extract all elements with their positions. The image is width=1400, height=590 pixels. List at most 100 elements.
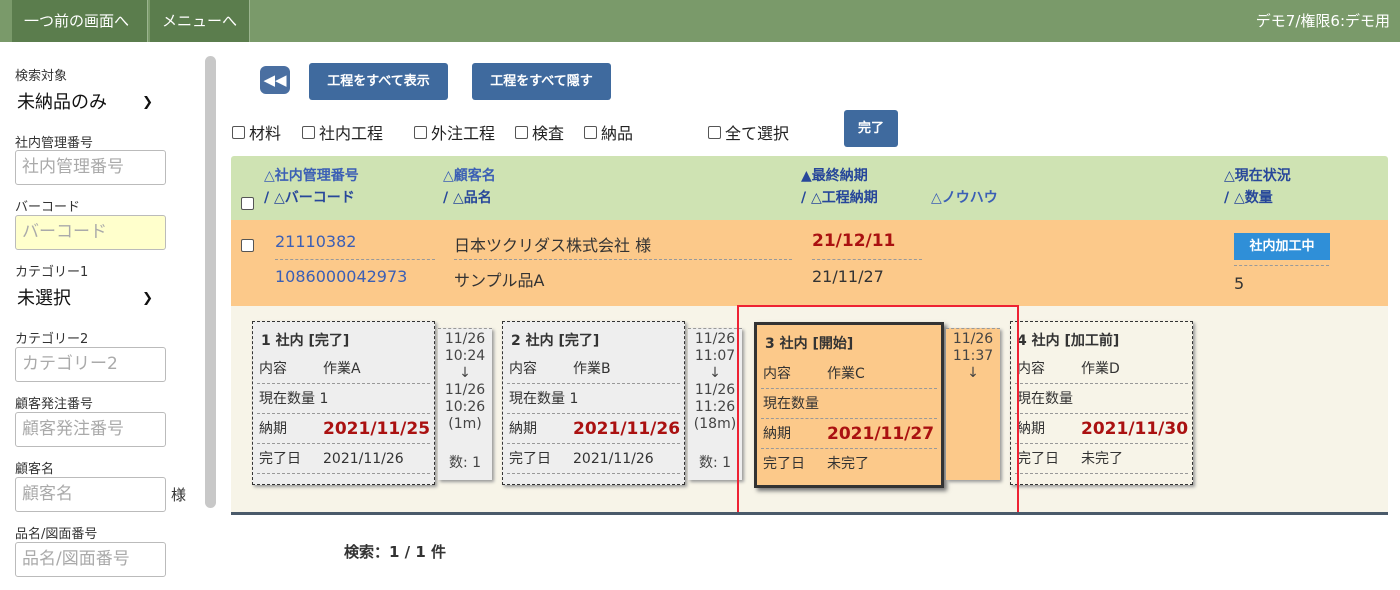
- category2-input[interactable]: カテゴリー2: [15, 347, 166, 382]
- process-due-row: 納期 2021/11/26: [507, 414, 680, 444]
- row-checkbox[interactable]: [241, 239, 254, 252]
- sort-quantity[interactable]: / △数量: [1224, 188, 1273, 209]
- process-connector-2: 11/26 11:07 ↓ 11/26 11:26 (18m) 数: 1: [688, 328, 742, 480]
- product-name: サンプル品A: [454, 271, 545, 290]
- qty-label-text: 現在数量: [259, 391, 315, 407]
- barcode-link[interactable]: 1086000042973: [275, 267, 407, 286]
- connector-start-time: 10:24: [444, 348, 486, 364]
- process-card-1[interactable]: 1 社内 [完了] 内容 作業A 現在数量 1 納期 2021/11/25 完了日 2…: [252, 321, 435, 485]
- quantity-value: 5: [1234, 274, 1245, 293]
- final-due-date: 21/12/11: [812, 231, 896, 251]
- category1-value: 未選択: [17, 288, 71, 309]
- sidebar-scrollbar[interactable]: [205, 56, 216, 508]
- sort-process-due[interactable]: / △工程納期: [801, 188, 878, 209]
- barcode-label: バーコード: [15, 200, 81, 215]
- product-input[interactable]: 品名/図面番号: [15, 542, 166, 577]
- category2-label: カテゴリー2: [15, 332, 89, 347]
- completed-label: 完了日: [1017, 451, 1059, 467]
- sort-status[interactable]: △現在状況: [1224, 166, 1291, 187]
- due-label: 納期: [509, 421, 537, 437]
- filter-select-all[interactable]: 全て選択: [708, 120, 789, 144]
- category1-select[interactable]: 未選択 ❯: [15, 281, 157, 317]
- sort-final-due[interactable]: ▲最終納期: [801, 166, 868, 187]
- due-value: 2021/11/25: [323, 419, 431, 439]
- product-label: 品名/図面番号: [15, 527, 98, 542]
- divider: [275, 259, 435, 260]
- checkbox[interactable]: [414, 126, 427, 139]
- due-label: 納期: [1017, 421, 1045, 437]
- connector-end-date: 11/26: [444, 382, 486, 398]
- sort-mgmt-no[interactable]: △社内管理番号: [264, 166, 359, 187]
- qty-label-text: 現在数量: [509, 391, 565, 407]
- content-value: 作業D: [1081, 361, 1120, 377]
- qty-value: 1: [319, 391, 329, 407]
- search-result-count: 検索：1 / 1 件: [344, 543, 447, 561]
- hide-all-processes-button[interactable]: 工程をすべて隠す: [472, 63, 611, 100]
- filter-material-label: 材料: [249, 124, 282, 143]
- menu-button[interactable]: メニューへ: [150, 0, 250, 42]
- down-arrow-icon: ↓: [459, 365, 471, 381]
- process-due-row: 納期 2021/11/30: [1015, 414, 1188, 444]
- mgmt-no-input[interactable]: 社内管理番号: [15, 150, 166, 185]
- rewind-icon[interactable]: ◀◀: [260, 66, 290, 94]
- show-all-processes-button[interactable]: 工程をすべて表示: [309, 63, 448, 100]
- connector-count: 数: 1: [448, 455, 482, 471]
- process-card-2[interactable]: 2 社内 [完了] 内容 作業B 現在数量 1 納期 2021/11/26 完了日 2…: [502, 321, 685, 485]
- search-sidebar: 検索対象 未納品のみ ❯ 社内管理番号 社内管理番号 バーコード バーコード カ…: [0, 42, 220, 590]
- sort-barcode[interactable]: / △バーコード: [264, 188, 355, 209]
- top-bar: 一つ前の画面へ メニューへ デモ7/権限6:デモ用: [0, 0, 1400, 42]
- divider: [1234, 265, 1329, 266]
- mgmt-no-link[interactable]: 21110382: [275, 232, 356, 251]
- completed-label: 完了日: [509, 451, 551, 467]
- checkbox[interactable]: [708, 126, 721, 139]
- checkbox[interactable]: [584, 126, 597, 139]
- qty-label: 現在数量 1: [259, 384, 328, 414]
- sort-product[interactable]: / △品名: [443, 188, 492, 209]
- customer-name-input[interactable]: 顧客名: [15, 477, 166, 512]
- process-completed-row: 完了日 未完了: [1015, 444, 1188, 474]
- connector-start-date: 11/26: [694, 331, 736, 347]
- sort-knowhow[interactable]: △ノウハウ: [931, 188, 998, 209]
- filter-inspection-label: 検査: [532, 124, 565, 143]
- content-value: 作業A: [323, 361, 361, 377]
- checkbox[interactable]: [515, 126, 528, 139]
- filter-external-label: 外注工程: [431, 124, 496, 143]
- sort-customer[interactable]: △顧客名: [443, 166, 496, 187]
- connector-start-time: 11:07: [694, 348, 736, 364]
- back-button[interactable]: 一つ前の画面へ: [12, 0, 148, 42]
- barcode-input[interactable]: バーコード: [15, 215, 166, 250]
- process-title: 4 社内 [加工前]: [1017, 333, 1120, 349]
- process-card-4[interactable]: 4 社内 [加工前] 内容 作業D 現在数量 納期 2021/11/30 完了日 未完…: [1010, 321, 1193, 485]
- filter-external[interactable]: 外注工程: [414, 120, 495, 144]
- table-header: △社内管理番号 / △バーコード △顧客名 / △品名 ▲最終納期 / △工程納…: [231, 156, 1388, 220]
- customer-order-input[interactable]: 顧客発注番号: [15, 412, 166, 447]
- main-area: ◀◀ 工程をすべて表示 工程をすべて隠す 材料 社内工程 外注工程 検査 納品 …: [220, 42, 1400, 590]
- complete-button[interactable]: 完了: [844, 110, 898, 147]
- selection-highlight: [737, 305, 1019, 514]
- qty-label: 現在数量 1: [509, 384, 578, 414]
- process-qty-row: 現在数量 1: [257, 384, 430, 414]
- select-all-checkbox[interactable]: [241, 197, 254, 210]
- process-qty-row: 現在数量 1: [507, 384, 680, 414]
- content-label: 内容: [259, 361, 287, 377]
- process-title: 2 社内 [完了]: [511, 333, 600, 349]
- chevron-down-icon: ❯: [142, 291, 153, 306]
- process-due-row: 納期 2021/11/25: [257, 414, 430, 444]
- filter-internal[interactable]: 社内工程: [302, 120, 383, 144]
- category1-label: カテゴリー1: [15, 265, 89, 280]
- filter-inspection[interactable]: 検査: [515, 120, 564, 144]
- down-arrow-icon: ↓: [709, 365, 721, 381]
- checkbox[interactable]: [302, 126, 315, 139]
- filter-material[interactable]: 材料: [232, 120, 281, 144]
- checkbox[interactable]: [232, 126, 245, 139]
- search-target-value: 未納品のみ: [17, 92, 107, 113]
- process-content-row: 内容 作業B: [507, 354, 680, 384]
- table-row[interactable]: 21110382 1086000042973 日本ツクリダス株式会社 様 サンプ…: [231, 220, 1388, 306]
- process-content-row: 内容 作業A: [257, 354, 430, 384]
- filter-delivery[interactable]: 納品: [584, 120, 633, 144]
- status-badge: 社内加工中: [1234, 233, 1330, 260]
- customer-name-label: 顧客名: [15, 462, 55, 477]
- qty-label: 現在数量: [1017, 384, 1073, 414]
- search-target-select[interactable]: 未納品のみ ❯: [15, 85, 157, 121]
- filter-internal-label: 社内工程: [319, 124, 384, 143]
